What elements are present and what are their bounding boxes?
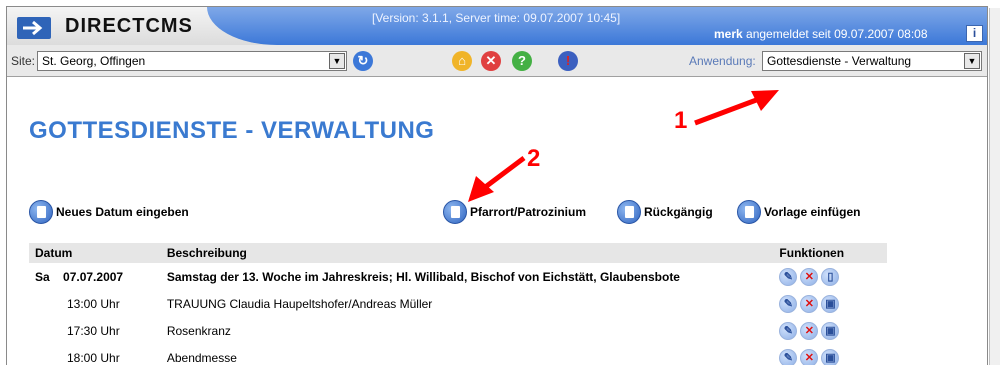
- chevron-down-icon[interactable]: ▼: [329, 53, 345, 69]
- callout-number-1: 1: [674, 107, 688, 134]
- toolbar: Site: St. Georg, Offingen ▼ ↻ ⌂ ✕ ? ! An…: [7, 45, 987, 77]
- table-row: Sa 07.07.2007 Samstag der 13. Woche im J…: [29, 263, 887, 290]
- description-cell: TRAUUNG Claudia Haupeltshofer/Andreas Mü…: [166, 296, 433, 311]
- app-select[interactable]: Gottesdienste - Verwaltung ▼: [762, 51, 982, 71]
- functions-cell: ✎ ✕ ▣: [773, 290, 887, 317]
- weekday: Sa: [35, 269, 50, 284]
- edit-icon[interactable]: ✎: [779, 267, 798, 286]
- column-header-functions: Funktionen: [773, 243, 887, 263]
- delete-icon[interactable]: ✕: [800, 321, 819, 340]
- edit-icon[interactable]: ✎: [779, 294, 798, 313]
- info-icon[interactable]: i: [966, 25, 983, 42]
- document-icon[interactable]: ▯: [821, 267, 840, 286]
- scrollbar[interactable]: [989, 8, 1000, 365]
- description-cell: Rosenkranz: [166, 323, 231, 338]
- logo-arrow-icon: [17, 17, 51, 39]
- template-button[interactable]: Vorlage einfügen: [737, 199, 860, 225]
- close-icon[interactable]: ✕: [481, 51, 501, 71]
- user-name: merk: [714, 27, 743, 41]
- pfarrort-label: Pfarrort/Patrozinium: [470, 205, 587, 219]
- edit-icon[interactable]: ✎: [779, 348, 798, 365]
- delete-icon[interactable]: ✕: [800, 267, 819, 286]
- undo-icon: [617, 200, 641, 224]
- refresh-icon[interactable]: ↻: [353, 51, 373, 71]
- functions-cell: ✎ ✕ ▯: [773, 263, 887, 290]
- services-table: Datum Beschreibung Funktionen Sa 07.07.2…: [29, 243, 887, 365]
- time-cell: 13:00 Uhr: [67, 296, 120, 311]
- description-cell: Abendmesse: [166, 350, 237, 365]
- user-status: merk angemeldet seit 09.07.2007 08:08: [714, 27, 928, 41]
- copy-icon[interactable]: ▣: [821, 294, 840, 313]
- chevron-down-icon[interactable]: ▼: [964, 53, 980, 69]
- new-date-button[interactable]: Neues Datum eingeben: [29, 199, 189, 225]
- version-info: [Version: 3.1.1, Server time: 09.07.2007…: [372, 11, 621, 25]
- time-cell: 17:30 Uhr: [67, 323, 120, 338]
- functions-cell: ✎ ✕ ▣: [773, 344, 887, 365]
- table-row: 17:30 Uhr Rosenkranz ✎ ✕ ▣: [29, 317, 887, 344]
- page-title: GOTTESDIENSTE - VERWALTUNG: [29, 117, 435, 144]
- home-icon[interactable]: ⌂: [452, 51, 472, 71]
- template-label: Vorlage einfügen: [764, 205, 861, 219]
- callout-arrow-1-icon: [694, 90, 779, 126]
- new-date-label: Neues Datum eingeben: [56, 205, 189, 219]
- copy-icon[interactable]: ▣: [821, 321, 840, 340]
- table-row: 13:00 Uhr TRAUUNG Claudia Haupeltshofer/…: [29, 290, 887, 317]
- site-label: Site:: [11, 54, 36, 68]
- column-header-date: Datum: [29, 243, 161, 263]
- table-header-row: Datum Beschreibung Funktionen: [29, 243, 887, 263]
- pencil-icon: [443, 200, 467, 224]
- functions-cell: ✎ ✕ ▣: [773, 317, 887, 344]
- app-label: Anwendung:: [689, 54, 756, 68]
- site-select-value: St. Georg, Offingen: [42, 54, 146, 68]
- undo-label: Rückgängig: [644, 205, 713, 219]
- date-cell: Sa 07.07.2007: [29, 263, 161, 290]
- alert-icon[interactable]: !: [558, 51, 578, 71]
- login-time: angemeldet seit 09.07.2007 08:08: [746, 27, 928, 41]
- column-header-description: Beschreibung: [160, 243, 774, 263]
- site-select[interactable]: St. Georg, Offingen ▼: [37, 51, 347, 71]
- time-cell: 18:00 Uhr: [67, 350, 120, 365]
- edit-icon[interactable]: ✎: [779, 321, 798, 340]
- document-icon: [29, 200, 53, 224]
- table-row: 18:00 Uhr Abendmesse ✎ ✕ ▣: [29, 344, 887, 365]
- delete-icon[interactable]: ✕: [800, 348, 819, 365]
- app-window: DIRECTCMS [Version: 3.1.1, Server time: …: [6, 6, 988, 365]
- app-select-value: Gottesdienste - Verwaltung: [767, 54, 912, 68]
- description-cell: Samstag der 13. Woche im Jahreskreis; Hl…: [166, 269, 680, 284]
- date: 07.07.2007: [63, 269, 124, 284]
- help-icon[interactable]: ?: [512, 51, 532, 71]
- undo-button[interactable]: Rückgängig: [617, 199, 713, 225]
- pfarrort-button[interactable]: Pfarrort/Patrozinium: [443, 199, 586, 225]
- logo-text: DIRECTCMS: [65, 15, 193, 37]
- template-icon: [737, 200, 761, 224]
- delete-icon[interactable]: ✕: [800, 294, 819, 313]
- top-bar: DIRECTCMS [Version: 3.1.1, Server time: …: [7, 7, 987, 45]
- copy-icon[interactable]: ▣: [821, 348, 840, 365]
